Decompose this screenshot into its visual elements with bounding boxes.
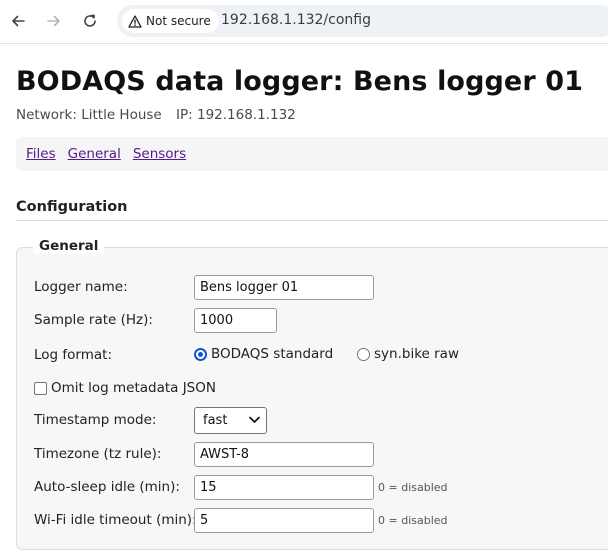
log-format-label: Log format: — [34, 347, 112, 363]
chevron-down-icon — [249, 416, 260, 423]
wifi-idle-label: Wi-Fi idle timeout (min): — [34, 512, 197, 528]
radio-checked — [194, 347, 207, 361]
wifi-idle-hint: 0 = disabled — [378, 514, 448, 527]
timezone-label: Timezone (tz rule): — [34, 446, 162, 462]
auto-sleep-label: Auto-sleep idle (min): — [34, 479, 180, 495]
back-button[interactable] — [4, 7, 32, 35]
sample-rate-input[interactable] — [194, 308, 277, 333]
timezone-input[interactable] — [194, 442, 374, 467]
url-text[interactable]: 192.168.1.132/config — [221, 12, 371, 28]
omit-metadata-checkbox[interactable]: Omit log metadata JSON — [34, 380, 216, 396]
back-arrow-icon — [12, 15, 25, 27]
omit-metadata-label: Omit log metadata JSON — [51, 380, 216, 396]
security-label: Not secure — [146, 14, 211, 28]
timestamp-mode-select[interactable]: fast — [194, 407, 267, 434]
nav-link-files[interactable]: Files — [26, 146, 56, 162]
nav-link-sensors[interactable]: Sensors — [133, 146, 186, 162]
browser-toolbar: Not secure 192.168.1.132/config — [0, 0, 608, 44]
timestamp-mode-label: Timestamp mode: — [34, 412, 157, 428]
network-name: Network: Little House — [16, 107, 162, 123]
log-format-bodaqs-label: BODAQS standard — [211, 346, 334, 362]
fieldset-legend: General — [33, 238, 105, 254]
logger-name-input[interactable] — [194, 275, 374, 300]
section-divider — [16, 220, 608, 221]
timestamp-mode-value: fast — [203, 413, 228, 428]
log-format-synbike-label: syn.bike raw — [374, 346, 459, 362]
security-indicator[interactable]: Not secure — [122, 9, 219, 33]
page-title: BODAQS data logger: Bens logger 01 — [16, 66, 584, 97]
nav-link-general[interactable]: General — [68, 146, 121, 162]
auto-sleep-hint: 0 = disabled — [378, 481, 448, 494]
address-bar[interactable]: Not secure 192.168.1.132/config — [117, 5, 608, 37]
auto-sleep-input[interactable] — [194, 475, 374, 500]
forward-button[interactable] — [40, 7, 68, 35]
sample-rate-label: Sample rate (Hz): — [34, 312, 153, 328]
log-format-synbike-radio[interactable]: syn.bike raw — [357, 346, 459, 362]
forward-arrow-icon — [47, 15, 60, 27]
checkbox-box — [34, 381, 47, 395]
network-info: Network: Little House IP: 192.168.1.132 — [16, 107, 296, 123]
ip-address: IP: 192.168.1.132 — [176, 107, 296, 123]
reload-button[interactable] — [76, 7, 104, 35]
warning-triangle-icon — [128, 14, 142, 28]
reload-icon — [84, 14, 96, 27]
logger-name-label: Logger name: — [34, 279, 128, 295]
nav-bar: Files General Sensors — [16, 137, 608, 171]
log-format-bodaqs-radio[interactable]: BODAQS standard — [194, 346, 333, 362]
wifi-idle-input[interactable] — [194, 508, 374, 533]
radio-unchecked — [357, 347, 370, 361]
section-title: Configuration — [16, 199, 128, 215]
